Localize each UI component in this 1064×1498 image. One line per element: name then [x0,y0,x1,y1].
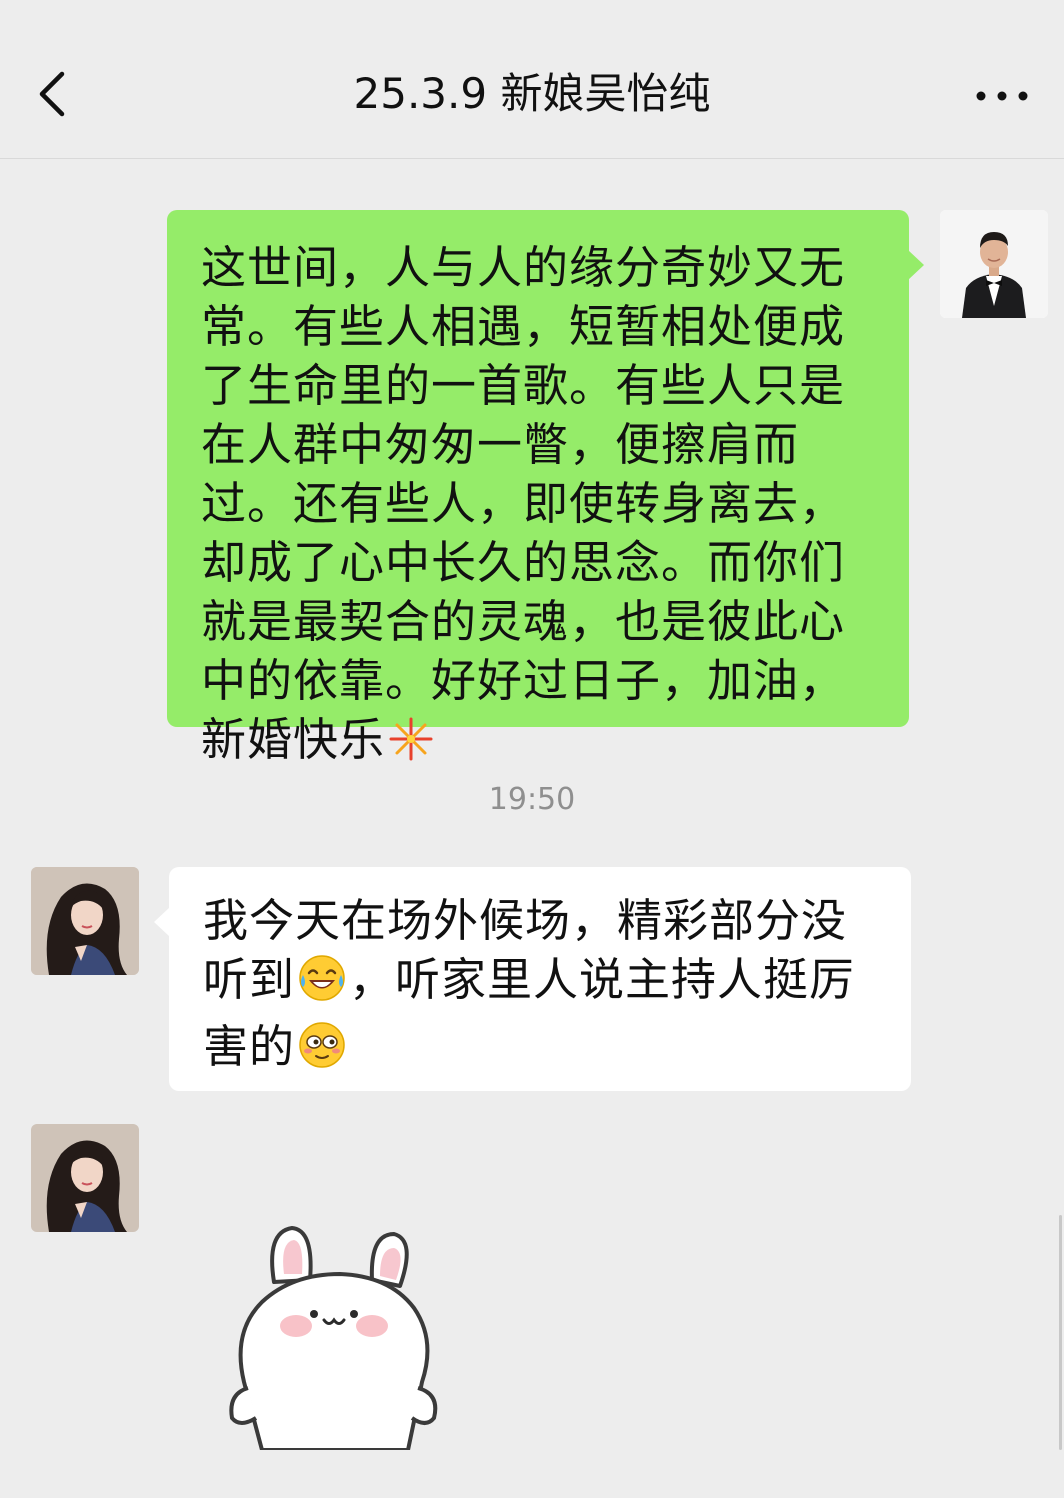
more-dots-icon [976,91,1028,101]
self-avatar[interactable] [940,210,1048,318]
bride-message-bubble[interactable]: 我今天在场外候场，精彩部分没听到 ，听家里人说主持人挺厉害的 [154,867,911,1091]
self-message-text: 这世间，人与人的缘分奇妙又无常。有些人相遇，短暂相处便成了生命里的一首歌。有些人… [201,241,846,766]
message-timestamp: 19:50 [488,782,576,817]
groom-avatar-image [940,210,1048,318]
chat-title: 25.3.9 新娘吴怡纯 [353,69,711,118]
chat-header: 25.3.9 新娘吴怡纯 [0,0,1064,159]
scrollbar[interactable] [1059,1215,1062,1450]
dizzy-face-emoji [297,1020,347,1084]
chat-screen: 25.3.9 新娘吴怡纯 这世间，人与人的缘分奇妙又无常。有些人相遇，短暂相处便… [0,0,1064,1498]
laughing-tears-emoji [297,953,347,1017]
bride-avatar[interactable] [31,867,139,975]
bunny-sticker[interactable] [222,1222,452,1452]
bride-avatar-image [31,1124,139,1232]
bride-avatar-image [31,867,139,975]
more-button[interactable] [968,78,1038,114]
bride-avatar[interactable] [31,1124,139,1232]
fireworks-emoji [387,715,435,777]
self-message-bubble[interactable]: 这世间，人与人的缘分奇妙又无常。有些人相遇，短暂相处便成了生命里的一首歌。有些人… [167,210,924,766]
